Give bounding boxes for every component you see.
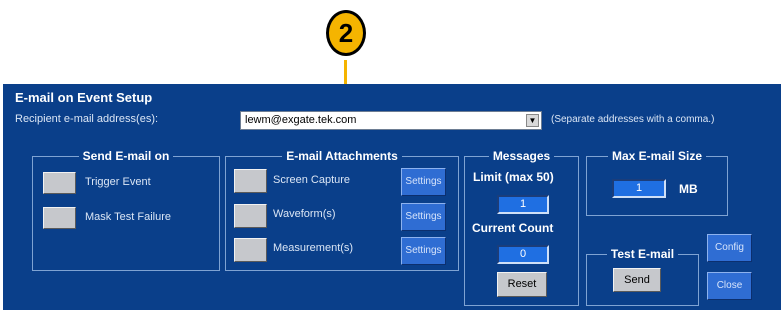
mask-test-failure-label: Mask Test Failure xyxy=(85,211,171,223)
reset-button[interactable]: Reset xyxy=(497,272,547,297)
email-attachments-group: E-mail Attachments Screen Capture Settin… xyxy=(225,149,459,271)
max-email-size-group: Max E-mail Size 1 MB xyxy=(586,149,728,216)
measurements-settings-button[interactable]: Settings xyxy=(401,237,446,265)
send-test-email-button[interactable]: Send xyxy=(613,268,661,292)
email-setup-panel: E-mail on Event Setup Recipient e-mail a… xyxy=(3,84,781,310)
limit-input[interactable]: 1 xyxy=(497,195,549,214)
recipient-label: Recipient e-mail address(es): xyxy=(15,113,159,125)
test-email-group: Test E-mail Send xyxy=(586,247,699,306)
waveforms-settings-button[interactable]: Settings xyxy=(401,203,446,231)
recipient-hint: (Separate addresses with a comma.) xyxy=(551,114,715,125)
max-email-size-legend: Max E-mail Size xyxy=(607,149,707,163)
messages-group: Messages Limit (max 50) 1 Current Count … xyxy=(464,149,579,306)
callout-badge: 2 xyxy=(326,10,366,56)
dropdown-arrow-icon[interactable]: ▼ xyxy=(526,114,539,127)
trigger-event-label: Trigger Event xyxy=(85,176,151,188)
mask-test-failure-toggle[interactable] xyxy=(43,207,76,229)
config-button[interactable]: Config xyxy=(707,234,752,262)
max-size-input[interactable]: 1 xyxy=(612,179,666,198)
waveforms-toggle[interactable] xyxy=(234,204,267,228)
max-size-unit: MB xyxy=(679,182,698,196)
current-count-field: 0 xyxy=(497,245,549,264)
messages-legend: Messages xyxy=(488,149,555,163)
test-email-legend: Test E-mail xyxy=(606,247,679,261)
measurements-label: Measurement(s) xyxy=(273,242,354,254)
screen-capture-settings-button[interactable]: Settings xyxy=(401,168,446,196)
send-email-on-legend: Send E-mail on xyxy=(78,149,174,163)
recipient-input[interactable]: lewm@exgate.tek.com xyxy=(245,114,356,126)
panel-title: E-mail on Event Setup xyxy=(15,90,153,105)
screen-capture-label: Screen Capture xyxy=(273,174,351,186)
screen-capture-toggle[interactable] xyxy=(234,169,267,193)
email-attachments-legend: E-mail Attachments xyxy=(282,149,402,163)
trigger-event-toggle[interactable] xyxy=(43,172,76,194)
waveforms-label: Waveform(s) xyxy=(273,208,336,220)
close-button[interactable]: Close xyxy=(707,272,752,300)
limit-label: Limit (max 50) xyxy=(473,170,554,184)
recipient-combobox[interactable]: lewm@exgate.tek.com ▼ xyxy=(240,111,542,130)
callout-number: 2 xyxy=(338,18,354,48)
current-count-label: Current Count xyxy=(472,221,554,235)
send-email-on-group: Send E-mail on Trigger Event Mask Test F… xyxy=(32,149,220,271)
measurements-toggle[interactable] xyxy=(234,238,267,262)
